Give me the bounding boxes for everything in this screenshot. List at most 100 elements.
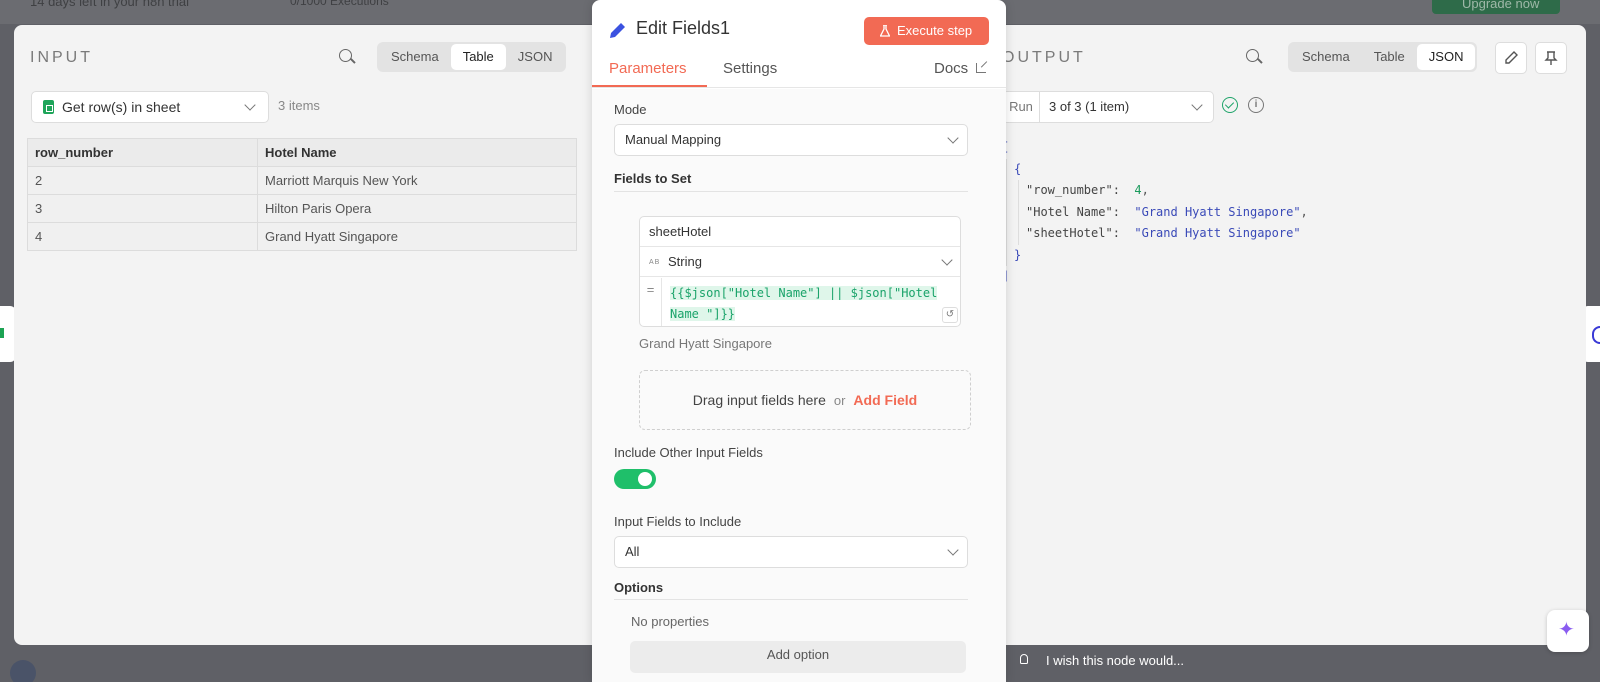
output-title: OUTPUT <box>1002 49 1086 66</box>
json-brace: { <box>1014 161 1022 176</box>
items-count: 3 items <box>278 98 320 113</box>
divider <box>614 599 968 600</box>
json-body: "row_number": 4, "Hotel Name": "Grand Hy… <box>1018 180 1308 245</box>
table-cell[interactable]: Marriott Marquis New York <box>257 166 577 195</box>
flask-icon <box>880 25 890 37</box>
input-node-select-value: Get row(s) in sheet <box>62 99 181 115</box>
chevron-down-icon <box>947 544 959 556</box>
external-link-icon <box>976 63 986 73</box>
fields-to-set-label: Fields to Set <box>614 171 692 186</box>
pin-icon <box>1544 51 1558 65</box>
column-header[interactable]: Hotel Name <box>257 138 577 167</box>
string-type-icon: AB <box>649 259 661 266</box>
expression-line: Name "]}} <box>670 307 736 321</box>
json-key[interactable]: "row_number": <box>1026 183 1120 197</box>
executions-text: 0/1000 Executions <box>290 0 389 8</box>
table-row: 2 Marriott Marquis New York <box>27 166 577 195</box>
column-header[interactable]: row_number <box>27 138 258 167</box>
avatar[interactable] <box>10 660 36 682</box>
input-view-schema[interactable]: Schema <box>379 44 451 70</box>
include-other-toggle[interactable] <box>614 469 656 489</box>
tab-settings[interactable]: Settings <box>723 60 777 77</box>
output-view-json[interactable]: JSON <box>1416 44 1476 70</box>
output-view-schema[interactable]: Schema <box>1290 44 1362 70</box>
mode-select[interactable]: Manual Mapping <box>614 124 968 156</box>
json-key[interactable]: "Hotel Name": <box>1026 205 1120 219</box>
json-value[interactable]: 4 <box>1134 183 1141 197</box>
json-output: [ { "row_number": 4, "Hotel Name": "Gran… <box>1002 137 1308 288</box>
add-option-button[interactable]: Add option <box>630 641 966 673</box>
no-properties-text: No properties <box>631 614 710 629</box>
output-panel: OUTPUT Schema Table JSON Run 3 of 3 (1 i… <box>990 25 1586 645</box>
add-field-button[interactable]: Add Field <box>853 392 917 408</box>
input-view-json[interactable]: JSON <box>506 44 565 70</box>
parameters-form: Mode Manual Mapping Fields to Set sheetH… <box>592 89 1006 682</box>
chevron-down-icon <box>941 254 953 266</box>
info-icon[interactable]: i <box>1248 97 1264 113</box>
chevron-down-icon <box>1191 99 1203 111</box>
active-tab-indicator <box>592 85 707 87</box>
json-value[interactable]: "Grand Hyatt Singapore" <box>1134 205 1300 219</box>
input-panel: INPUT Schema Table JSON Get row(s) in sh… <box>14 25 594 645</box>
docs-link[interactable]: Docs <box>934 60 968 77</box>
field-assignment: sheetHotel AB String = {{$json["Hotel Na… <box>639 216 961 327</box>
table-cell[interactable]: 4 <box>27 222 258 251</box>
upgrade-button[interactable]: Upgrade now <box>1432 0 1560 14</box>
table-cell[interactable]: Grand Hyatt Singapore <box>257 222 577 251</box>
chevron-down-icon <box>947 132 959 144</box>
chevron-down-icon <box>244 99 256 111</box>
input-node-select[interactable]: Get row(s) in sheet <box>31 91 269 123</box>
add-option-label: Add option <box>766 647 830 662</box>
input-view-table[interactable]: Table <box>450 44 506 70</box>
json-brace: } <box>1014 247 1022 262</box>
include-other-label: Include Other Input Fields <box>614 445 763 460</box>
mode-label: Mode <box>614 102 647 117</box>
table-cell[interactable]: 2 <box>27 166 258 195</box>
expression-mode-icon[interactable]: = <box>640 278 662 326</box>
field-name-input[interactable]: sheetHotel <box>640 217 960 247</box>
run-select-value: 3 of 3 (1 item) <box>1049 99 1130 114</box>
input-fields-select-value: All <box>625 544 640 559</box>
drop-zone[interactable]: Drag input fields here or Add Field <box>639 370 971 430</box>
tab-parameters[interactable]: Parameters <box>609 60 687 77</box>
ai-assistant-button[interactable] <box>1547 610 1589 652</box>
table-row: 4 Grand Hyatt Singapore <box>27 222 577 251</box>
node-settings-panel: Edit Fields1 Execute step Parameters Set… <box>592 0 1006 682</box>
input-view-toggle: Schema Table JSON <box>377 42 567 72</box>
run-label: Run <box>1003 92 1040 122</box>
google-sheets-icon <box>43 100 54 114</box>
json-bracket: [ <box>1002 137 1308 159</box>
json-line: "sheetHotel": "Grand Hyatt Singapore" <box>1026 223 1308 245</box>
json-key[interactable]: "sheetHotel": <box>1026 226 1120 240</box>
pin-data-button[interactable] <box>1535 42 1567 74</box>
json-value[interactable]: "Grand Hyatt Singapore" <box>1134 226 1300 240</box>
output-view-table[interactable]: Table <box>1362 44 1417 70</box>
pencil-icon <box>610 23 625 38</box>
node-title[interactable]: Edit Fields1 <box>636 18 730 39</box>
input-table: row_number Hotel Name 2 Marriott Marquis… <box>27 138 577 251</box>
options-label: Options <box>614 580 664 595</box>
expression-line: {{$json["Hotel Name"] || $json["Hotel <box>670 286 938 300</box>
field-value-expression[interactable]: {{$json["Hotel Name"] || $json["Hotel Na… <box>670 283 956 325</box>
json-line: "row_number": 4, <box>1026 183 1149 197</box>
table-cell[interactable]: 3 <box>27 194 258 223</box>
edit-output-button[interactable] <box>1495 42 1527 74</box>
search-icon[interactable] <box>336 46 358 68</box>
input-fields-label: Input Fields to Include <box>614 514 742 529</box>
execute-step-label: Execute step <box>897 23 973 38</box>
reset-icon[interactable]: ↺ <box>942 307 958 323</box>
search-icon[interactable] <box>1243 46 1265 68</box>
feedback-text: I wish this node would... <box>1046 653 1185 668</box>
field-type-select[interactable]: AB String <box>640 247 960 277</box>
table-cell[interactable]: Hilton Paris Opera <box>257 194 577 223</box>
input-fields-select[interactable]: All <box>614 536 968 568</box>
feedback-bar[interactable]: I wish this node would... <box>1006 646 1546 676</box>
mode-select-value: Manual Mapping <box>625 132 722 147</box>
json-bracket: ] <box>1002 266 1308 288</box>
divider <box>614 191 968 192</box>
input-title: INPUT <box>30 49 93 66</box>
execute-step-button[interactable]: Execute step <box>864 17 989 45</box>
run-selector[interactable]: Run 3 of 3 (1 item) <box>1002 91 1214 123</box>
table-row: 3 Hilton Paris Opera <box>27 194 577 223</box>
success-check-icon <box>1222 97 1238 113</box>
